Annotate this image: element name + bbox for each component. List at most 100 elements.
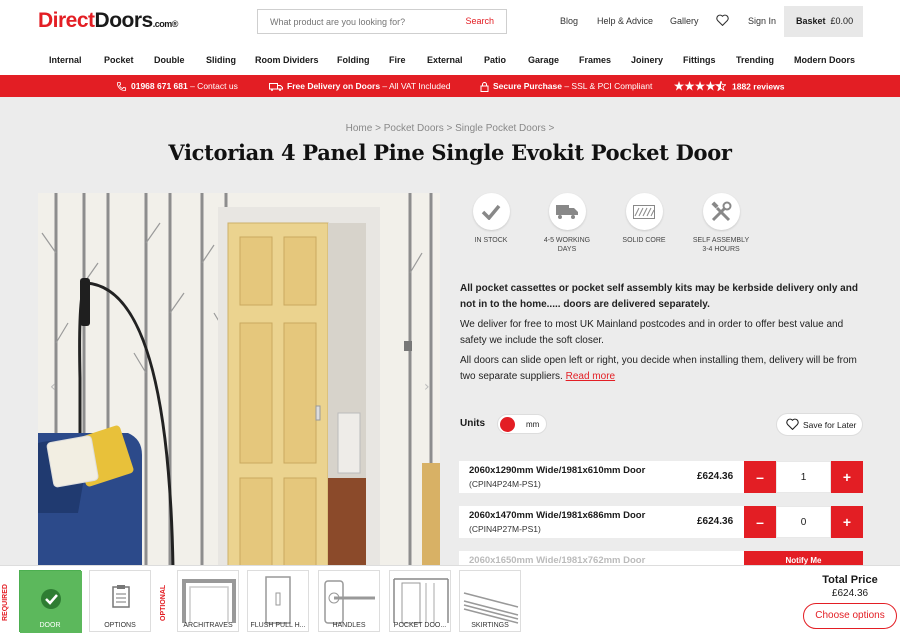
thumb-handles[interactable]: HANDLES: [318, 570, 380, 632]
decrease-qty-button[interactable]: –: [744, 461, 776, 493]
nav-fittings[interactable]: Fittings: [683, 55, 716, 65]
logo-part1: Direct: [38, 9, 95, 32]
optional-label: OPTIONAL: [160, 584, 167, 622]
logo-part3: .com®: [152, 19, 179, 29]
nav-garage[interactable]: Garage: [528, 55, 559, 65]
save-for-later-label: Save for Later: [803, 420, 857, 430]
banner-delivery-title: Free Delivery on Doors: [287, 81, 381, 91]
truck-icon: [548, 193, 586, 230]
nav-room-dividers[interactable]: Room Dividers: [255, 55, 319, 65]
variant-name: 2060x1650mm Wide/1981x762mm Door: [469, 555, 646, 565]
feature-self-assembly: SELF ASSEMBLY 3-4 HOURS: [681, 193, 761, 254]
product-variant-row: 2060x1290mm Wide/1981x610mm Door (CPIN4P…: [459, 461, 863, 493]
nav-frames[interactable]: Frames: [579, 55, 611, 65]
feature-label: 4-5 WORKING: [543, 237, 591, 244]
banner-reviews[interactable]: 1882 reviews: [674, 79, 785, 93]
nav-external[interactable]: External: [427, 55, 463, 65]
save-for-later-button[interactable]: Save for Later: [776, 413, 863, 436]
increase-qty-button[interactable]: +: [831, 461, 863, 493]
basket-button[interactable]: Basket £0.00: [784, 6, 863, 37]
usp-banner: 01968 671 681 – Contact us Free Delivery…: [0, 75, 900, 97]
description-paragraph-2: All doors can slide open left or right, …: [460, 355, 857, 382]
gallery-link[interactable]: Gallery: [670, 16, 699, 26]
nav-modern-doors[interactable]: Modern Doors: [794, 55, 855, 65]
feature-delivery: 4-5 WORKING DAYS: [527, 193, 607, 254]
increase-qty-button[interactable]: +: [831, 506, 863, 538]
search-box: Search: [257, 9, 507, 34]
thumb-label: DOOR: [39, 622, 61, 629]
variant-name: 2060x1290mm Wide/1981x610mm Door: [469, 465, 646, 476]
basket-label: Basket: [796, 16, 826, 26]
search-input[interactable]: [258, 10, 448, 33]
banner-secure-text: – SSL & PCI Compliant: [561, 81, 653, 91]
wishlist-heart-icon[interactable]: [716, 14, 729, 28]
thumb-skirtings[interactable]: SKIRTINGS: [459, 570, 521, 632]
heart-icon: [786, 418, 799, 430]
thumb-label: SKIRTINGS: [471, 622, 509, 629]
thumb-label: FLUSH PULL H...: [250, 622, 306, 629]
units-label: Units: [460, 418, 485, 429]
phone-icon: [116, 82, 127, 92]
nav-patio[interactable]: Patio: [484, 55, 506, 65]
basket-amount: £0.00: [830, 16, 854, 26]
feature-label: SELF ASSEMBLY: [692, 237, 750, 244]
help-link[interactable]: Help & Advice: [597, 16, 653, 26]
banner-delivery-text: – All VAT Included: [380, 81, 451, 91]
variant-code: (CPIN4P27M-PS1): [469, 524, 541, 534]
reviews-count: 1882 reviews: [732, 81, 785, 92]
banner-secure-title: Secure Purchase: [493, 81, 562, 91]
nav-sliding[interactable]: Sliding: [206, 55, 236, 65]
product-variant-row: 2060x1650mm Wide/1981x762mm Door Notify …: [459, 551, 863, 565]
quantity-field[interactable]: 0: [776, 506, 831, 538]
choose-options-button[interactable]: Choose options: [803, 603, 897, 629]
search-button[interactable]: Search: [465, 16, 494, 26]
nav-fire[interactable]: Fire: [389, 55, 406, 65]
thumb-door[interactable]: DOOR: [19, 570, 82, 633]
read-more-link[interactable]: Read more: [566, 371, 615, 382]
thumb-architraves[interactable]: ARCHITRAVES: [177, 570, 239, 632]
total-price-value: £624.36: [831, 588, 869, 599]
main-nav: Internal Pocket Double Sliding Room Divi…: [0, 55, 900, 67]
thumb-flush-pull[interactable]: FLUSH PULL H...: [247, 570, 309, 632]
banner-phone[interactable]: 01968 671 681 – Contact us: [116, 81, 238, 92]
quantity-field[interactable]: 1: [776, 461, 831, 493]
banner-delivery: Free Delivery on Doors – All VAT Include…: [269, 81, 450, 92]
nav-joinery[interactable]: Joinery: [631, 55, 663, 65]
svg-text:‹: ‹: [50, 379, 56, 395]
breadcrumb[interactable]: Home > Pocket Doors > Single Pocket Door…: [0, 123, 900, 134]
thumb-label: HANDLES: [332, 622, 366, 629]
required-label: REQUIRED: [2, 584, 9, 622]
feature-label-line2: DAYS: [557, 246, 577, 253]
configurator-bar: REQUIRED DOOR OPTIONS OPTIONAL ARCHITRAV…: [0, 565, 900, 638]
thumb-options[interactable]: OPTIONS: [89, 570, 151, 632]
variant-price: £624.36: [697, 516, 734, 527]
feature-solid-core: SOLID CORE: [604, 193, 684, 245]
decrease-qty-button[interactable]: –: [744, 506, 776, 538]
thumb-label: POCKET DOO...: [393, 622, 447, 629]
logo[interactable]: DirectDoors.com®: [38, 9, 178, 33]
nav-pocket[interactable]: Pocket: [104, 55, 134, 65]
product-variant-row: 2060x1470mm Wide/1981x686mm Door (CPIN4P…: [459, 506, 863, 538]
thumb-pocket-door[interactable]: POCKET DOO...: [389, 570, 451, 632]
variant-code: (CPIN4P24M-PS1): [469, 479, 541, 489]
room-scene-illustration: ‹ ›: [38, 193, 440, 568]
page-title: Victorian 4 Panel Pine Single Evokit Poc…: [168, 140, 732, 165]
core-icon: [625, 193, 663, 230]
units-toggle[interactable]: mm: [497, 414, 547, 434]
tools-icon: [702, 193, 740, 230]
nav-trending[interactable]: Trending: [736, 55, 774, 65]
blog-link[interactable]: Blog: [560, 16, 578, 26]
thumb-label: ARCHITRAVES: [183, 622, 233, 629]
product-image[interactable]: ‹ ›: [38, 193, 440, 568]
notify-me-button[interactable]: Notify Me: [744, 551, 863, 565]
nav-internal[interactable]: Internal: [49, 55, 82, 65]
site-header: DirectDoors.com® Search Blog Help & Advi…: [0, 0, 900, 75]
sign-in-link[interactable]: Sign In: [748, 16, 776, 26]
feature-label-line2: 3-4 HOURS: [702, 246, 740, 253]
variant-name: 2060x1470mm Wide/1981x686mm Door: [469, 510, 646, 521]
nav-double[interactable]: Double: [154, 55, 185, 65]
feature-label: SOLID CORE: [622, 237, 666, 244]
total-price: Total Price £624.36: [800, 574, 900, 599]
feature-label: IN STOCK: [474, 237, 508, 244]
nav-folding[interactable]: Folding: [337, 55, 370, 65]
